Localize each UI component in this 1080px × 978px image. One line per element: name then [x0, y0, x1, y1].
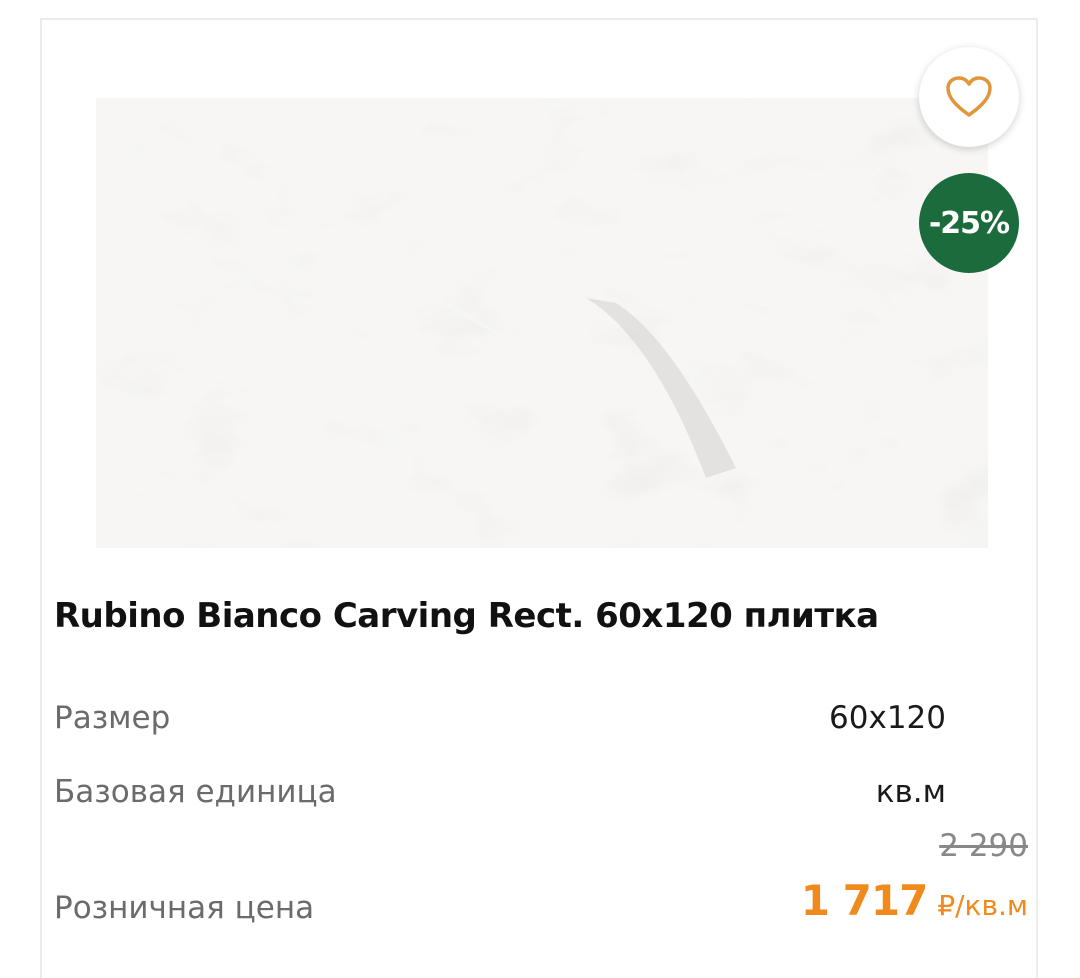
price-value: 1 717 [800, 876, 929, 925]
spec-value: кв.м [875, 774, 946, 810]
price-unit: ₽/кв.м [937, 889, 1028, 922]
product-title[interactable]: Rubino Bianco Carving Rect. 60x120 плитк… [54, 596, 954, 636]
price-label: Розничная цена [54, 890, 315, 926]
discount-badge: -25% [919, 173, 1019, 273]
old-price: 2 290 [939, 828, 1028, 864]
spec-value: 60x120 [829, 700, 946, 736]
favorite-button[interactable] [919, 47, 1019, 147]
spec-label: Базовая единица [54, 774, 337, 810]
spec-label: Размер [54, 700, 171, 736]
marble-tile-image [96, 98, 988, 548]
product-image[interactable] [96, 98, 988, 548]
spec-row-size: Размер 60x120 [54, 696, 946, 740]
heart-outline-icon [946, 76, 992, 117]
spec-row-unit: Базовая единица кв.м [54, 770, 946, 814]
product-card[interactable]: -25% [40, 18, 1038, 978]
current-price: 1 717 ₽/кв.м [801, 876, 1028, 925]
